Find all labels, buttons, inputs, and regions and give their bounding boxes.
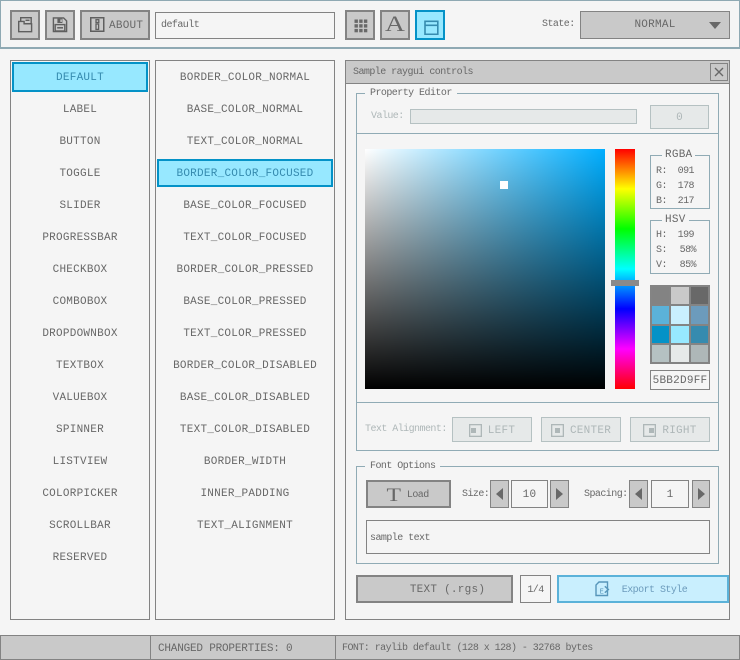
svg-text:E: E [599,589,603,597]
